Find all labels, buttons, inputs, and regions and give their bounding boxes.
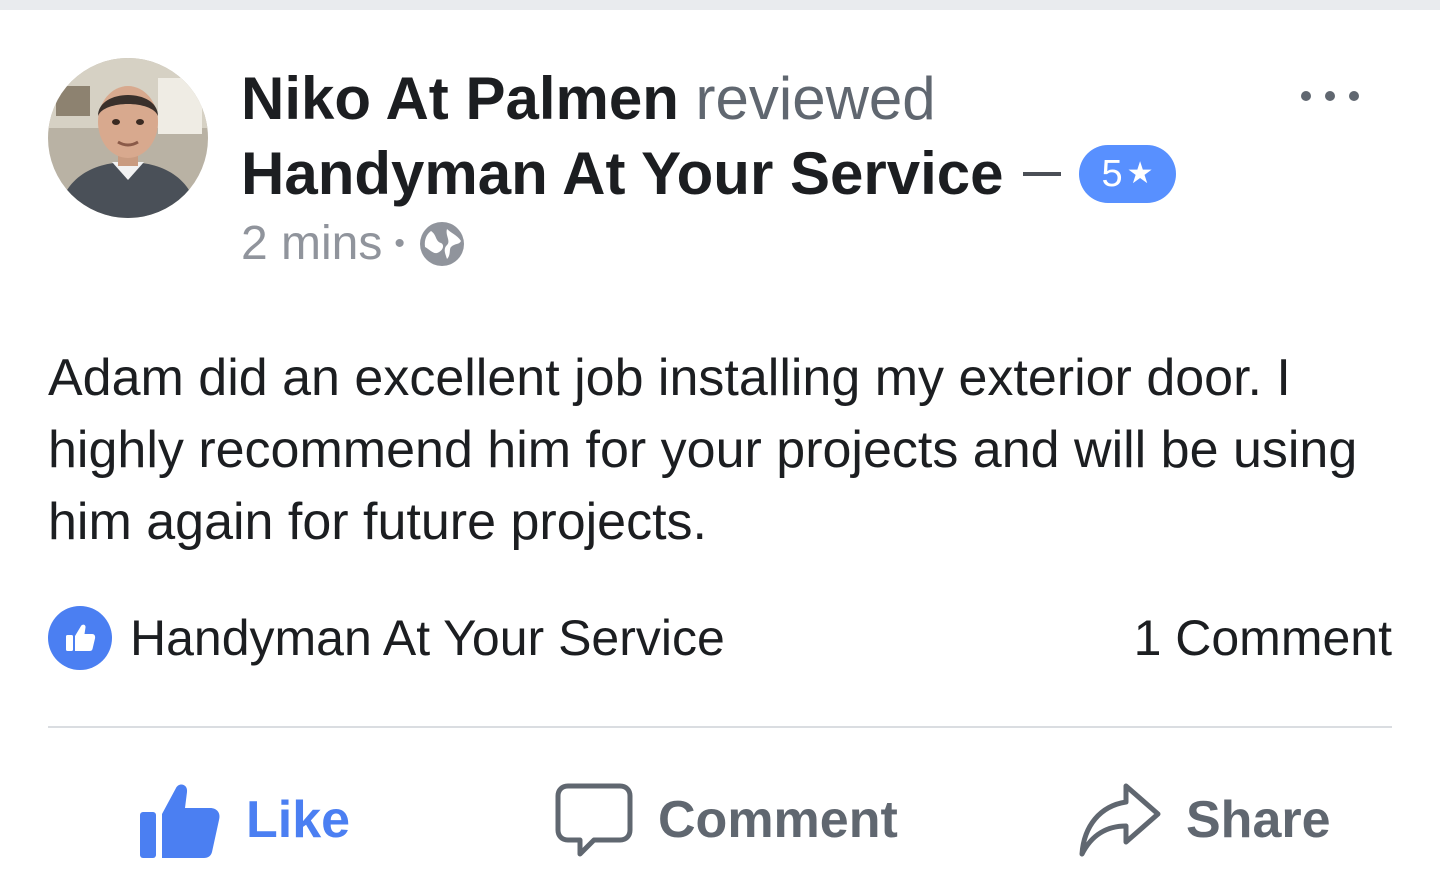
reaction-summary: Handyman At Your Service 1 Comment [48, 606, 1392, 670]
share-label: Share [1186, 791, 1331, 849]
comment-button[interactable]: Comment [554, 770, 898, 870]
more-options-icon[interactable] [1298, 88, 1362, 104]
reactions-summary[interactable]: Handyman At Your Service [48, 606, 725, 670]
post-timestamp[interactable]: 2 mins [241, 214, 382, 274]
thumbs-up-icon [48, 606, 112, 670]
author-name[interactable]: Niko At Palmen [241, 65, 679, 132]
comment-label: Comment [658, 791, 898, 849]
star-icon: ★ [1126, 157, 1154, 190]
share-button[interactable]: Share [1078, 770, 1331, 870]
speech-bubble-icon [554, 780, 634, 860]
post-action: reviewed [695, 65, 936, 132]
post-meta: 2 mins • [241, 214, 1241, 274]
review-post: Niko At Palmen reviewed Handyman At Your… [0, 10, 1440, 890]
rating-badge: 5 ★ [1079, 145, 1176, 203]
action-bar: Like Comment Share [0, 770, 1440, 870]
comment-count[interactable]: 1 Comment [1134, 609, 1392, 667]
reviewed-page-line: Handyman At Your Service 5 ★ [241, 136, 1241, 212]
reactor-name: Handyman At Your Service [130, 610, 725, 666]
globe-icon [417, 219, 467, 269]
avatar[interactable] [48, 58, 208, 218]
post-title-line: Niko At Palmen reviewed [241, 62, 1241, 136]
share-arrow-icon [1078, 780, 1162, 860]
post-header: Niko At Palmen reviewed Handyman At Your… [241, 62, 1241, 274]
divider [48, 726, 1392, 728]
meta-separator: • [394, 227, 405, 260]
like-label: Like [246, 791, 351, 849]
dash-separator [1023, 172, 1062, 176]
review-text: Adam did an excellent job installing my … [48, 349, 1358, 551]
rating-value: 5 [1101, 153, 1123, 195]
avatar-image [48, 58, 208, 218]
top-separator-strip [0, 0, 1440, 10]
like-button[interactable]: Like [138, 770, 350, 870]
reviewed-page-name[interactable]: Handyman At Your Service [241, 136, 1003, 212]
thumbs-up-icon [138, 780, 222, 860]
